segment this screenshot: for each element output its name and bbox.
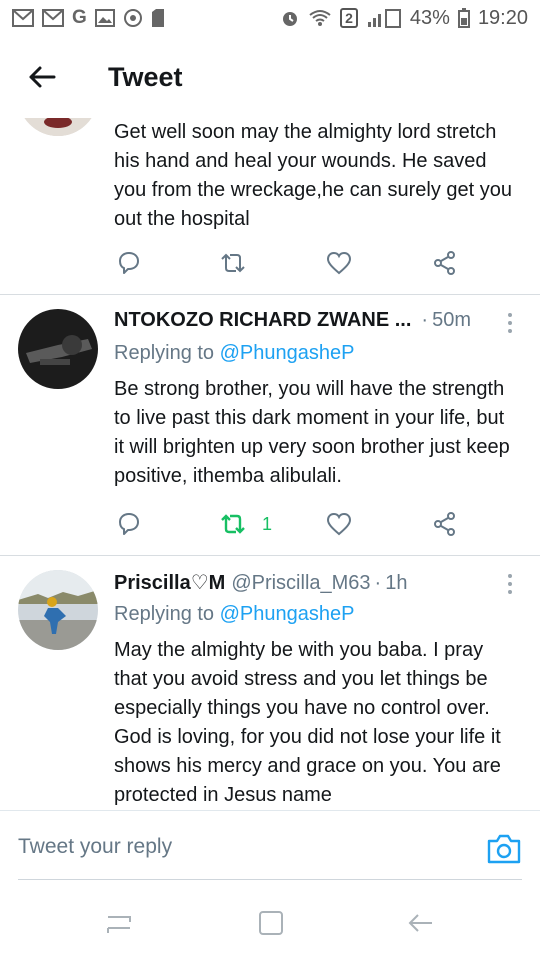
separator-dot: · <box>421 309 429 331</box>
reply-feed[interactable]: Get well soon may the almighty lord stre… <box>0 118 540 810</box>
home-icon <box>259 911 283 935</box>
camera-icon <box>487 834 521 864</box>
status-notification-icons: G <box>12 7 165 29</box>
replying-to-label: Replying to <box>114 342 215 364</box>
back-nav-button[interactable] <box>406 908 436 938</box>
camera-button[interactable] <box>486 833 522 865</box>
retweet-button[interactable] <box>218 246 248 280</box>
tweet-actions <box>114 234 540 294</box>
tweet-meta: NTOKOZO RICHARD ZWANE ... · 50m <box>114 309 516 339</box>
sim-badge: 2 <box>340 8 358 28</box>
tweet-content: Priscilla♡M @Priscilla_M63 · 1h Replying… <box>114 570 516 810</box>
battery-percent: 43% <box>409 6 450 29</box>
system-nav-bar <box>0 882 540 960</box>
tweet-text: Get well soon may the almighty lord stre… <box>114 121 512 230</box>
clock: 19:20 <box>477 6 528 29</box>
avatar[interactable] <box>18 309 98 389</box>
retweet-icon <box>221 253 245 273</box>
status-system-icons: 2 43% 19:20 <box>280 7 528 30</box>
camera-icon <box>123 8 143 28</box>
tweet-item[interactable]: NTOKOZO RICHARD ZWANE ... · 50m Replying… <box>0 295 540 556</box>
status-bar: G 2 43% 19:20 <box>0 0 540 36</box>
more-options-button[interactable] <box>508 313 514 337</box>
retweet-button[interactable]: 1 <box>218 507 272 541</box>
reply-button[interactable] <box>116 246 142 280</box>
tweet-content: NTOKOZO RICHARD ZWANE ... · 50m Replying… <box>114 309 516 491</box>
tweet-item[interactable]: Get well soon may the almighty lord stre… <box>0 118 540 295</box>
replying-to: Replying to @PhungasheP <box>114 342 516 370</box>
tweet-actions: 1 <box>114 491 540 555</box>
separator-dot: · <box>374 572 382 594</box>
heart-icon <box>326 512 352 536</box>
share-icon <box>434 512 455 536</box>
like-button[interactable] <box>326 246 352 280</box>
reply-input[interactable]: Tweet your reply <box>18 827 458 867</box>
mail-icon <box>42 9 64 27</box>
retweet-icon <box>221 514 245 534</box>
like-button[interactable] <box>326 507 352 541</box>
reply-icon <box>119 252 139 274</box>
reply-icon <box>119 513 139 535</box>
tweet-meta: Priscilla♡M @Priscilla_M63 · 1h <box>114 570 516 600</box>
share-button[interactable] <box>432 507 458 541</box>
replying-to: Replying to @PhungasheP <box>114 603 516 631</box>
heart-icon <box>326 251 352 275</box>
back-button[interactable] <box>12 47 72 107</box>
reply-composer: Tweet your reply <box>0 810 540 882</box>
reply-button[interactable] <box>116 507 142 541</box>
alarm-icon <box>280 8 300 28</box>
author-handle[interactable]: @Priscilla_M63 <box>231 572 370 595</box>
back-nav-icon <box>408 914 432 932</box>
mail-icon <box>12 9 34 27</box>
retweet-count: 1 <box>262 513 273 534</box>
recent-apps-icon <box>107 916 131 933</box>
tweet-item[interactable]: Priscilla♡M @Priscilla_M63 · 1h Replying… <box>0 556 540 810</box>
home-button[interactable] <box>256 908 286 938</box>
tweet-text: Be strong brother, you will have the str… <box>114 378 510 487</box>
recent-apps-button[interactable] <box>104 908 134 938</box>
tweet-time: 50m <box>432 309 471 331</box>
arrow-left-icon <box>29 66 56 88</box>
page-title: Tweet <box>108 61 183 92</box>
sd-card-icon <box>151 8 165 28</box>
tweet-content: Get well soon may the almighty lord stre… <box>114 118 516 234</box>
reply-input-underline <box>18 879 522 880</box>
image-icon <box>94 9 115 27</box>
share-button[interactable] <box>432 246 458 280</box>
replying-to-label: Replying to <box>114 603 215 625</box>
google-icon: G <box>72 7 87 28</box>
author-name[interactable]: NTOKOZO RICHARD ZWANE ... <box>114 309 411 332</box>
wifi-icon <box>308 9 332 27</box>
tweet-text: May the almighty be with you baba. I pra… <box>114 639 501 806</box>
author-name[interactable]: Priscilla♡M <box>114 570 225 595</box>
app-header: Tweet <box>0 36 540 118</box>
signal-icon <box>366 8 402 28</box>
more-options-button[interactable] <box>508 574 514 598</box>
share-icon <box>434 251 455 275</box>
avatar[interactable] <box>18 118 98 136</box>
battery-icon <box>457 8 470 28</box>
replying-to-mention[interactable]: @PhungasheP <box>220 342 355 364</box>
replying-to-mention[interactable]: @PhungasheP <box>220 603 355 625</box>
avatar[interactable] <box>18 570 98 650</box>
tweet-time: 1h <box>385 572 408 594</box>
